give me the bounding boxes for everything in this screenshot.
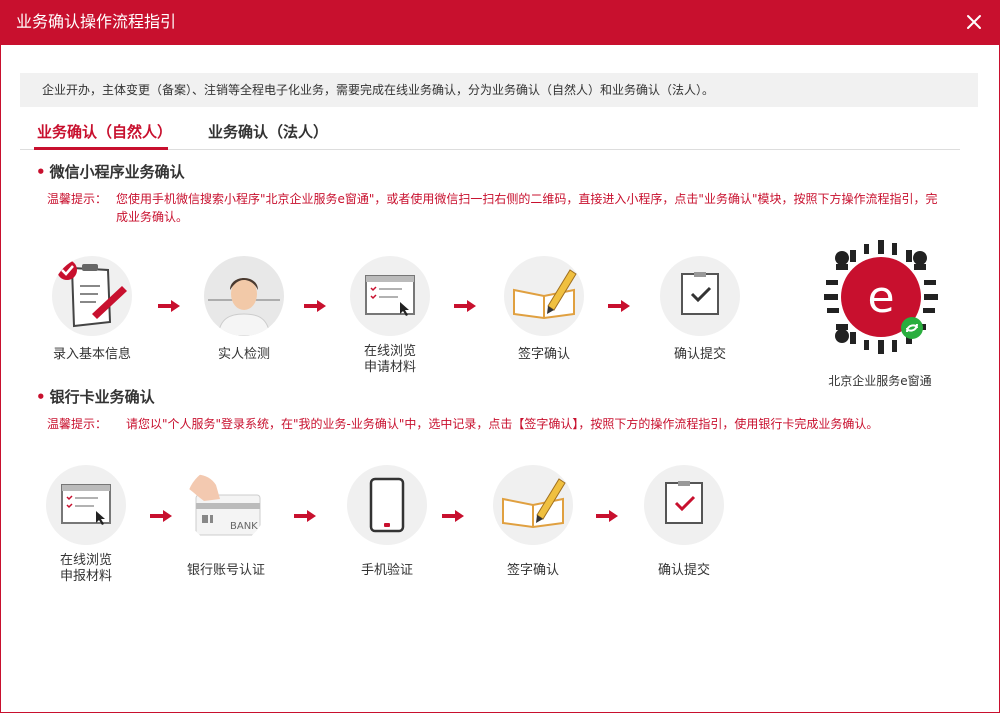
bullet-icon: • [36, 163, 46, 181]
arrow-right-icon [150, 510, 172, 522]
close-icon[interactable] [964, 12, 984, 32]
check-box-icon [644, 465, 724, 545]
wechat-section-title-text: 微信小程序业务确认 [49, 163, 185, 181]
step-label: 录入基本信息 [52, 347, 131, 362]
step-label: 在线浏览 申报材料 [59, 553, 112, 584]
phone-icon [347, 465, 427, 545]
qr-center-letter: e [867, 272, 894, 323]
arrow-right-icon [158, 300, 180, 312]
step-label: 签字确认 [517, 347, 570, 362]
wechat-tip: 温馨提示： 您使用手机微信搜索小程序"北京企业服务e窗通"，或者使用微信扫一扫右… [47, 190, 952, 230]
step-label: 手机验证 [360, 563, 413, 578]
bank-section-title: • 银行卡业务确认 [36, 387, 155, 407]
arrow-right-icon [442, 510, 464, 522]
arrow-right-icon [608, 300, 630, 312]
step-label: 在线浏览 申请材料 [363, 344, 416, 375]
dialog-title: 业务确认操作流程指引 [16, 12, 177, 31]
check-box-icon [660, 256, 740, 336]
document-screen-icon [350, 256, 430, 336]
tab-legal-person[interactable]: 业务确认（法人） [208, 122, 328, 142]
document-screen-icon [46, 465, 126, 545]
face-person-icon [204, 256, 284, 336]
wechat-section-title: • 微信小程序业务确认 [36, 162, 185, 182]
open-book-pen-icon [504, 256, 584, 336]
qr-code-label: 北京企业服务e窗通 [828, 374, 932, 388]
miniprogram-qr-code: e [824, 240, 938, 354]
tip-label: 温馨提示： [47, 192, 108, 206]
step-label: 签字确认 [506, 563, 559, 578]
clipboard-pen-icon [52, 256, 132, 336]
bullet-icon: • [36, 388, 46, 406]
bank-card-icon: BANK [186, 465, 266, 545]
active-tab-underline [34, 147, 168, 150]
open-book-pen-icon [493, 465, 573, 545]
arrow-right-icon [304, 300, 326, 312]
tab-natural-person[interactable]: 业务确认（自然人） [37, 122, 172, 142]
tip-label: 温馨提示： [47, 417, 108, 431]
bank-tip: 温馨提示： 请您以"个人服务"登录系统，在"我的业务-业务确认"中，选中记录，点… [47, 415, 952, 455]
step-label: 确认提交 [673, 347, 726, 362]
notice-banner: 企业开办，主体变更（备案）、注销等全程电子化业务，需要完成在线业务确认，分为业务… [20, 73, 978, 107]
step-label: 实人检测 [217, 347, 270, 362]
bank-section-title-text: 银行卡业务确认 [49, 388, 155, 406]
step-label: 银行账号认证 [186, 563, 265, 578]
tip-text: 您使用手机微信搜索小程序"北京企业服务e窗通"，或者使用微信扫一扫右侧的二维码，… [116, 192, 938, 224]
arrow-right-icon [294, 510, 316, 522]
arrow-right-icon [454, 300, 476, 312]
step-label: 确认提交 [657, 563, 710, 578]
tab-bar: 业务确认（自然人） 业务确认（法人） [20, 116, 960, 150]
bank-card-text: BANK [230, 521, 258, 532]
dialog-titlebar: 业务确认操作流程指引 [0, 0, 1000, 45]
tip-text: 请您以"个人服务"登录系统，在"我的业务-业务确认"中，选中记录，点击【签字确认… [126, 417, 879, 431]
arrow-right-icon [596, 510, 618, 522]
